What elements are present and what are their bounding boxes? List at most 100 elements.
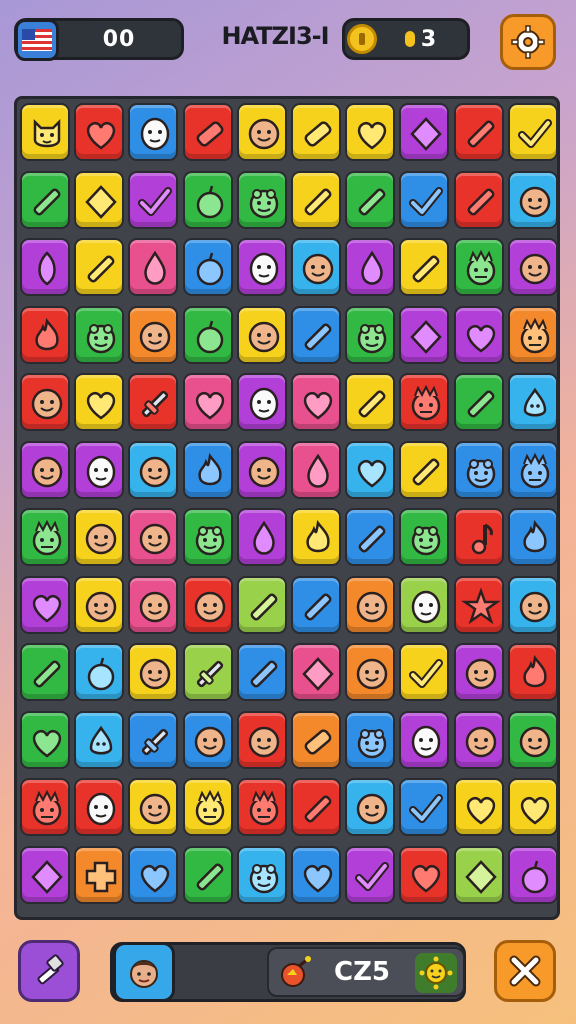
tile-heart[interactable] [345,103,396,161]
tile-frog-face[interactable] [236,170,287,229]
tile-check[interactable] [399,643,450,701]
tile-pencil[interactable] [345,373,396,431]
tile-heart[interactable] [345,440,396,499]
tile-frog-face[interactable] [345,710,396,769]
tile-smiley-face[interactable] [453,643,504,701]
tile-smiley-face[interactable] [507,575,558,634]
tile-smiley-face[interactable] [20,440,70,499]
tile-sword[interactable] [182,643,233,701]
tile-pencil[interactable] [291,575,341,634]
tile-monster-face[interactable] [182,778,233,836]
tile-cat-face[interactable] [20,103,70,161]
tile-pencil[interactable] [291,305,341,364]
tile-smiley-face[interactable] [345,778,396,836]
tile-pencil[interactable] [453,103,504,161]
tile-heart[interactable] [74,103,125,161]
tile-heart[interactable] [20,710,70,769]
tile-mask-face[interactable] [128,103,179,161]
tile-smiley-face[interactable] [128,508,179,566]
tile-sword[interactable] [128,710,179,769]
tile-frog-face[interactable] [74,305,125,364]
tile-frog-face[interactable] [345,305,396,364]
tile-smiley-face[interactable] [128,575,179,634]
tile-pencil[interactable] [236,575,287,634]
tile-diamond[interactable] [291,643,341,701]
tile-check[interactable] [399,170,450,229]
tile-diamond[interactable] [399,103,450,161]
tile-pencil[interactable] [453,170,504,229]
tile-diamond[interactable] [20,845,70,904]
tile-sword[interactable] [128,373,179,431]
tile-candy[interactable] [182,103,233,161]
tile-smiley-face[interactable] [74,508,125,566]
tile-mask-face[interactable] [399,710,450,769]
tile-flame[interactable] [507,508,558,566]
tile-monster-face[interactable] [453,238,504,296]
tile-smiley-face[interactable] [236,440,287,499]
tile-pencil[interactable] [345,508,396,566]
tile-drop[interactable] [128,238,179,296]
tile-candy[interactable] [291,710,341,769]
tile-frog-face[interactable] [236,845,287,904]
tile-star[interactable] [453,575,504,634]
left-counter-pill[interactable]: 00 [14,18,184,61]
tile-heart[interactable] [291,373,341,431]
tile-pear[interactable] [74,710,125,769]
tile-mask-face[interactable] [236,373,287,431]
tile-pencil[interactable] [399,238,450,296]
tile-monster-face[interactable] [20,508,70,566]
tile-smiley-face[interactable] [74,575,125,634]
tile-apple[interactable] [182,170,233,229]
tile-frog-face[interactable] [453,440,504,499]
tile-pencil[interactable] [236,643,287,701]
tile-smiley-face[interactable] [236,710,287,769]
tile-monster-face[interactable] [236,778,287,836]
tile-monster-face[interactable] [20,778,70,836]
tile-frog-face[interactable] [182,508,233,566]
tile-heart[interactable] [453,305,504,364]
tile-heart[interactable] [74,373,125,431]
tile-drop[interactable] [291,440,341,499]
tile-smiley-face[interactable] [20,373,70,431]
tile-smiley-face[interactable] [507,238,558,296]
tile-heart[interactable] [128,845,179,904]
coin-counter-pill[interactable]: 3 [342,18,470,60]
tile-smiley-face[interactable] [128,778,179,836]
tile-heart[interactable] [507,778,558,836]
tile-smiley-face[interactable] [453,710,504,769]
tile-diamond[interactable] [453,845,504,904]
tile-pencil[interactable] [74,238,125,296]
tile-candy[interactable] [291,103,341,161]
tile-smiley-face[interactable] [507,710,558,769]
tile-pencil[interactable] [20,170,70,229]
tile-smiley-face[interactable] [345,575,396,634]
tile-apple[interactable] [74,643,125,701]
tile-pencil[interactable] [182,845,233,904]
tile-smiley-face[interactable] [345,643,396,701]
tile-smiley-face[interactable] [128,305,179,364]
tile-mask-face[interactable] [399,575,450,634]
tile-heart[interactable] [182,373,233,431]
tile-check[interactable] [128,170,179,229]
tile-frog-face[interactable] [399,508,450,566]
tile-monster-face[interactable] [399,373,450,431]
tile-pencil[interactable] [291,778,341,836]
tile-heart[interactable] [399,845,450,904]
settings-button[interactable] [500,14,556,70]
tile-flame[interactable] [20,305,70,364]
tile-apple[interactable] [182,305,233,364]
tile-drop[interactable] [345,238,396,296]
tile-pencil[interactable] [345,170,396,229]
tile-cross[interactable] [74,845,125,904]
tile-pencil[interactable] [20,643,70,701]
tile-heart[interactable] [20,575,70,634]
tile-mask-face[interactable] [74,778,125,836]
tile-smiley-face[interactable] [128,440,179,499]
tile-check[interactable] [507,103,558,161]
tile-leaf[interactable] [20,238,70,296]
tile-mask-face[interactable] [236,238,287,296]
tile-heart[interactable] [453,778,504,836]
tile-check[interactable] [345,845,396,904]
tile-note[interactable] [453,508,504,566]
tile-flame[interactable] [291,508,341,566]
